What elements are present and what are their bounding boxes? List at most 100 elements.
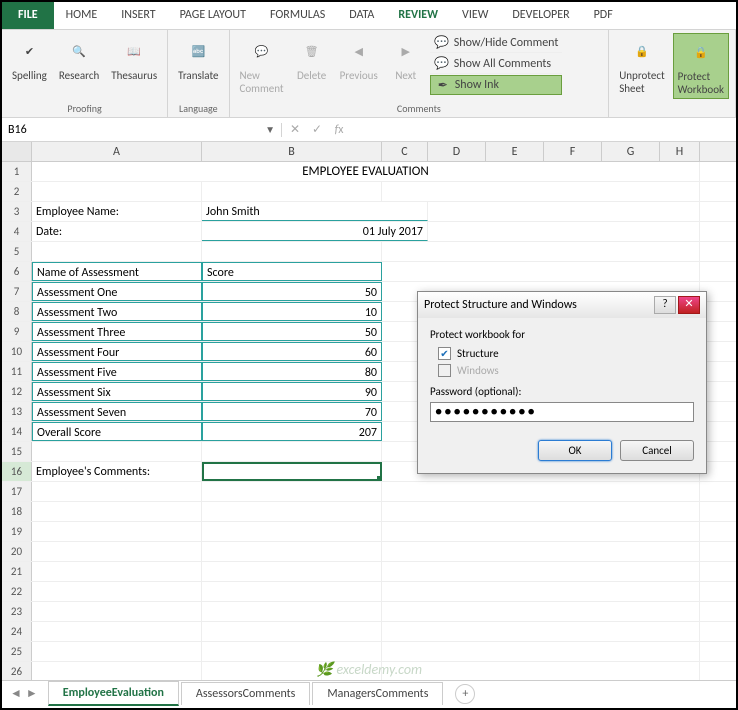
cell[interactable] (202, 622, 382, 641)
cell[interactable] (202, 182, 382, 201)
col-header-H[interactable]: H (660, 142, 700, 161)
show-all-comments-button[interactable]: 💬Show All Comments (430, 54, 563, 74)
table-cell[interactable]: Assessment Five (32, 362, 202, 381)
row-header[interactable]: 25 (2, 642, 32, 661)
research-button[interactable]: 🔍Research (55, 33, 103, 84)
cell[interactable]: Date: (32, 222, 202, 241)
row-header[interactable]: 16 (2, 462, 32, 481)
cancel-button[interactable]: Cancel (620, 440, 694, 461)
row-header[interactable]: 23 (2, 602, 32, 621)
table-cell[interactable]: Overall Score (32, 422, 202, 441)
new-comment-button[interactable]: 💬New Comment (236, 33, 288, 97)
row-header[interactable]: 20 (2, 542, 32, 561)
row-header[interactable]: 17 (2, 482, 32, 501)
table-cell[interactable]: 50 (202, 322, 382, 341)
sheet-nav-next[interactable]: ► (26, 686, 38, 701)
row-header[interactable]: 11 (2, 362, 32, 381)
show-hide-comment-button[interactable]: 💬Show/Hide Comment (430, 33, 563, 53)
cell[interactable] (32, 242, 202, 261)
previous-comment-button[interactable]: ◀Previous (336, 33, 382, 84)
dialog-titlebar[interactable]: Protect Structure and Windows ? ✕ (418, 292, 706, 318)
row-header[interactable]: 15 (2, 442, 32, 461)
cell[interactable]: Employee Name: (32, 202, 202, 221)
help-button[interactable]: ? (654, 296, 676, 314)
table-cell[interactable]: Assessment Three (32, 322, 202, 341)
cell[interactable] (202, 442, 382, 461)
row-header[interactable]: 22 (2, 582, 32, 601)
structure-checkbox-row[interactable]: ✔Structure (438, 347, 694, 360)
cell[interactable] (202, 482, 382, 501)
row-header[interactable]: 12 (2, 382, 32, 401)
col-header-C[interactable]: C (382, 142, 428, 161)
cell[interactable]: Employee's Comments: (32, 462, 202, 481)
next-comment-button[interactable]: ▶Next (386, 33, 426, 84)
cell[interactable] (202, 602, 382, 621)
chevron-down-icon[interactable]: ▼ (265, 123, 275, 136)
row-header[interactable]: 24 (2, 622, 32, 641)
cell[interactable] (32, 482, 202, 501)
show-ink-button[interactable]: ✒Show Ink (430, 75, 563, 95)
cell[interactable] (32, 562, 202, 581)
cell[interactable] (32, 542, 202, 561)
tab-insert[interactable]: INSERT (109, 2, 167, 29)
row-header[interactable]: 9 (2, 322, 32, 341)
sheet-title[interactable]: EMPLOYEE EVALUATION (32, 162, 700, 181)
row-header[interactable]: 7 (2, 282, 32, 301)
tab-pagelayout[interactable]: PAGE LAYOUT (168, 2, 258, 29)
row-header[interactable]: 14 (2, 422, 32, 441)
cell[interactable] (32, 582, 202, 601)
add-sheet-button[interactable]: + (455, 684, 475, 704)
cell[interactable]: 01 July 2017 (202, 222, 428, 241)
table-cell[interactable]: 60 (202, 342, 382, 361)
cell[interactable] (32, 442, 202, 461)
thesaurus-button[interactable]: 📖Thesaurus (107, 33, 161, 84)
fill-handle[interactable] (377, 476, 382, 481)
tab-data[interactable]: DATA (337, 2, 386, 29)
fx-button[interactable]: fx (330, 123, 348, 137)
tab-pdf[interactable]: PDF (582, 2, 625, 29)
sheet-tab-managers-comments[interactable]: ManagersComments (312, 682, 443, 705)
col-header-F[interactable]: F (544, 142, 602, 161)
select-all-corner[interactable] (2, 142, 32, 161)
table-cell[interactable]: Assessment Seven (32, 402, 202, 421)
table-cell[interactable]: 10 (202, 302, 382, 321)
table-cell[interactable]: Assessment One (32, 282, 202, 301)
cell[interactable] (202, 642, 382, 661)
table-cell[interactable]: 80 (202, 362, 382, 381)
tab-formulas[interactable]: FORMULAS (258, 2, 337, 29)
cell[interactable] (32, 182, 202, 201)
row-header[interactable]: 8 (2, 302, 32, 321)
selected-cell[interactable] (202, 462, 382, 481)
cancel-formula-button[interactable]: ✕ (286, 122, 304, 137)
table-cell[interactable]: 90 (202, 382, 382, 401)
cell[interactable] (202, 562, 382, 581)
cell[interactable] (32, 662, 202, 681)
sheet-tab-assessors-comments[interactable]: AssessorsComments (181, 682, 310, 705)
tab-file[interactable]: FILE (2, 2, 54, 29)
col-header-A[interactable]: A (32, 142, 202, 161)
table-cell[interactable]: 50 (202, 282, 382, 301)
cell[interactable] (32, 622, 202, 641)
cell[interactable] (202, 522, 382, 541)
tab-view[interactable]: VIEW (450, 2, 500, 29)
cell[interactable] (202, 542, 382, 561)
tab-review[interactable]: REVIEW (386, 2, 450, 29)
sheet-nav-prev[interactable]: ◄ (10, 686, 22, 701)
table-cell[interactable]: Assessment Two (32, 302, 202, 321)
cell[interactable] (32, 522, 202, 541)
row-header[interactable]: 6 (2, 262, 32, 281)
row-header[interactable]: 5 (2, 242, 32, 261)
row-header[interactable]: 10 (2, 342, 32, 361)
spelling-button[interactable]: ✔Spelling (8, 33, 51, 84)
col-header-B[interactable]: B (202, 142, 382, 161)
row-header[interactable]: 2 (2, 182, 32, 201)
password-input[interactable]: ●●●●●●●●●●● (430, 402, 694, 422)
cell[interactable] (32, 642, 202, 661)
cell[interactable]: John Smith (202, 202, 428, 221)
col-header-E[interactable]: E (486, 142, 544, 161)
cell[interactable] (32, 602, 202, 621)
sheet-tab-employee-evaluation[interactable]: EmployeeEvaluation (48, 681, 179, 706)
cell[interactable] (202, 502, 382, 521)
cell[interactable] (202, 242, 382, 261)
table-cell[interactable]: Assessment Four (32, 342, 202, 361)
